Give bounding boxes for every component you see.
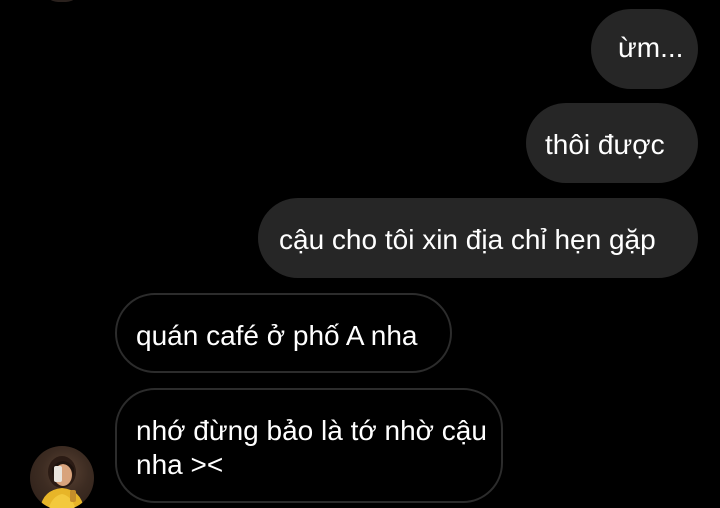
sent-message-bubble[interactable]: cậu cho tôi xin địa chỉ hẹn gặp	[258, 198, 698, 278]
contact-avatar-photo-icon	[40, 456, 84, 508]
message-text: quán café ở phố A nha	[136, 320, 418, 351]
message-text: nhớ đừng bảo là tớ nhờ cậu nha ><	[136, 415, 487, 480]
message-text: cậu cho tôi xin địa chỉ hẹn gặp	[279, 224, 656, 255]
message-text: ừm...	[618, 32, 684, 63]
contact-avatar[interactable]	[30, 446, 94, 508]
sent-message-bubble[interactable]: thôi được	[526, 103, 698, 183]
avatar-fragment	[44, 0, 80, 2]
sent-message-bubble[interactable]: ừm...	[591, 9, 698, 89]
chat-thread: ừm... thôi được cậu cho tôi xin địa chỉ …	[0, 0, 720, 508]
received-message-bubble[interactable]: nhớ đừng bảo là tớ nhờ cậu nha ><	[115, 388, 503, 503]
received-message-bubble[interactable]: quán café ở phố A nha	[115, 293, 452, 373]
message-text: thôi được	[545, 129, 665, 160]
